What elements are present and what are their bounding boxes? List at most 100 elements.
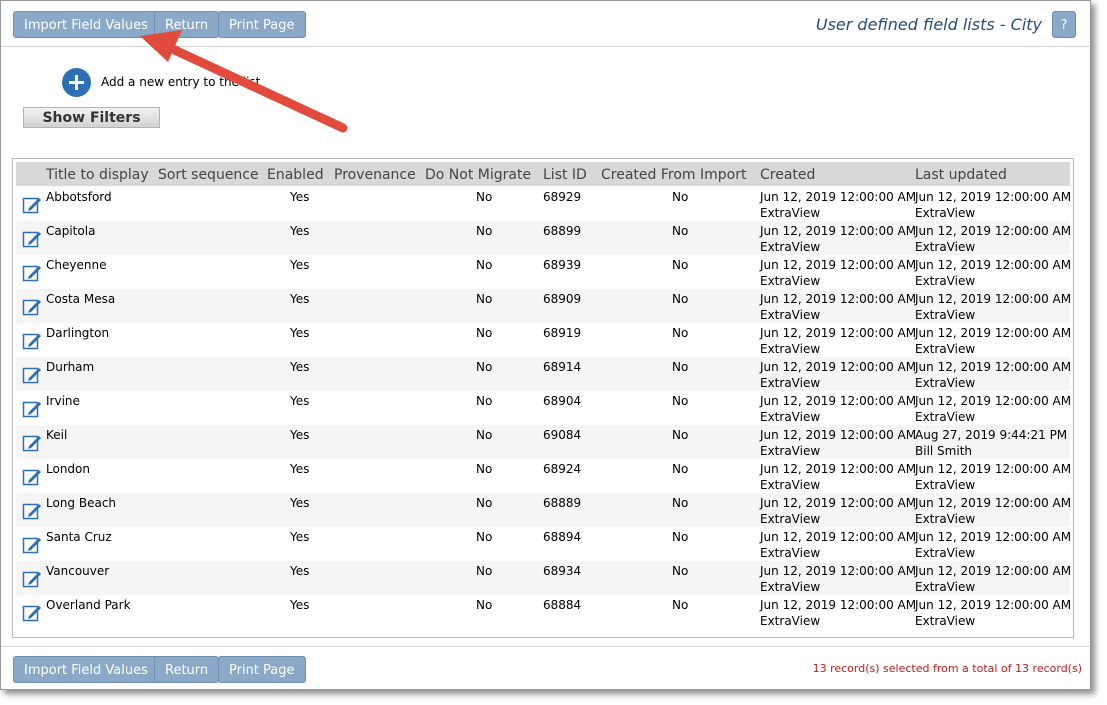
pencil-edit-icon[interactable] <box>22 467 42 487</box>
cell-title: Darlington <box>46 326 110 340</box>
table-row[interactable]: Overland Park Yes No 68884 No Jun 12, 20… <box>16 595 1072 629</box>
cell-title: Abbotsford <box>46 190 112 204</box>
cell-enabled: Yes <box>290 428 310 442</box>
cell-title: Costa Mesa <box>46 292 116 306</box>
records-table: Title to display Sort sequence Enabled P… <box>12 158 1074 638</box>
table-row[interactable]: Irvine Yes No 68904 No Jun 12, 2019 12:0… <box>16 391 1071 425</box>
import-field-values-button[interactable]: Import Field Values <box>13 11 159 38</box>
table-row[interactable]: London Yes No 68924 No Jun 12, 2019 12:0… <box>16 459 1071 493</box>
cell-enabled: Yes <box>290 258 310 272</box>
cell-created-date: Jun 12, 2019 12:00:00 AM <box>760 598 917 612</box>
table-row[interactable]: Vancouver Yes No 68934 No Jun 12, 2019 1… <box>16 561 1072 595</box>
pencil-edit-icon[interactable] <box>22 229 42 249</box>
table-row[interactable]: Long Beach Yes No 68889 No Jun 12, 2019 … <box>16 493 1071 527</box>
cell-created-from-import: No <box>672 190 689 204</box>
import-field-values-button-bottom[interactable]: Import Field Values <box>13 656 159 683</box>
pencil-edit-icon[interactable] <box>22 399 42 419</box>
cell-last-updated: Jun 12, 2019 12:00:00 AM ExtraView <box>915 257 1071 289</box>
pencil-edit-icon[interactable] <box>22 365 42 385</box>
cell-title: Santa Cruz <box>46 530 112 544</box>
cell-last-updated: Jun 12, 2019 12:00:00 AM ExtraView <box>915 291 1071 323</box>
cell-list-id: 68884 <box>543 598 582 612</box>
cell-created-date: Jun 12, 2019 12:00:00 AM <box>760 394 917 408</box>
cell-updated-by: ExtraView <box>915 614 976 628</box>
pencil-edit-icon[interactable] <box>22 569 42 589</box>
cell-created-date: Jun 12, 2019 12:00:00 AM <box>760 564 917 578</box>
header-title-to-display[interactable]: Title to display <box>46 167 149 183</box>
pencil-edit-icon[interactable] <box>22 297 42 317</box>
cell-created-date: Jun 12, 2019 12:00:00 AM <box>760 530 917 544</box>
help-button[interactable]: ? <box>1052 11 1076 38</box>
return-button-bottom[interactable]: Return <box>154 656 220 683</box>
header-enabled[interactable]: Enabled <box>267 167 324 183</box>
cell-last-updated: Jun 12, 2019 12:00:00 AM ExtraView <box>915 495 1071 527</box>
header-do-not-migrate[interactable]: Do Not Migrate <box>425 167 531 183</box>
pencil-edit-icon[interactable] <box>22 535 42 555</box>
cell-title: Irvine <box>46 394 80 408</box>
show-filters-button[interactable]: Show Filters <box>23 107 160 128</box>
cell-updated-date: Jun 12, 2019 12:00:00 AM <box>915 224 1072 238</box>
pencil-edit-icon[interactable] <box>22 433 42 453</box>
table-row[interactable]: Darlington Yes No 68919 No Jun 12, 2019 … <box>16 323 1072 357</box>
cell-created: Jun 12, 2019 12:00:00 AM ExtraView <box>760 597 916 629</box>
header-created[interactable]: Created <box>760 167 815 183</box>
table-row[interactable]: Durham Yes No 68914 No Jun 12, 2019 12:0… <box>16 357 1071 391</box>
cell-enabled: Yes <box>290 394 310 408</box>
header-last-updated[interactable]: Last updated <box>915 167 1007 183</box>
pencil-edit-icon[interactable] <box>22 603 42 623</box>
table-row[interactable]: Costa Mesa Yes No 68909 No Jun 12, 2019 … <box>16 289 1071 323</box>
cell-enabled: Yes <box>290 224 310 238</box>
cell-created: Jun 12, 2019 12:00:00 AM ExtraView <box>760 325 916 357</box>
cell-created-by: ExtraView <box>760 308 821 322</box>
table-row[interactable]: Keil Yes No 69084 No Jun 12, 2019 12:00:… <box>16 425 1070 459</box>
cell-last-updated: Jun 12, 2019 12:00:00 AM ExtraView <box>915 223 1071 255</box>
table-row[interactable]: Cheyenne Yes No 68939 No Jun 12, 2019 12… <box>16 255 1071 289</box>
table-row[interactable]: Santa Cruz Yes No 68894 No Jun 12, 2019 … <box>16 527 1071 561</box>
cell-created-from-import: No <box>672 394 689 408</box>
cell-last-updated: Jun 12, 2019 12:00:00 AM ExtraView <box>915 393 1071 425</box>
table-row[interactable]: Abbotsford Yes No 68929 No Jun 12, 2019 … <box>16 187 1071 221</box>
cell-created-by: ExtraView <box>760 614 821 628</box>
pencil-edit-icon[interactable] <box>22 195 42 215</box>
header-list-id[interactable]: List ID <box>543 167 587 183</box>
add-entry-link[interactable]: Add a new entry to the list <box>101 75 260 89</box>
cell-updated-date: Jun 12, 2019 12:00:00 AM <box>915 598 1072 612</box>
cell-updated-date: Jun 12, 2019 12:00:00 AM <box>915 326 1072 340</box>
cell-created-by: ExtraView <box>760 512 821 526</box>
cell-updated-date: Jun 12, 2019 12:00:00 AM <box>915 258 1072 272</box>
cell-created-by: ExtraView <box>760 546 821 560</box>
header-provenance[interactable]: Provenance <box>334 167 416 183</box>
pencil-edit-icon[interactable] <box>22 501 42 521</box>
cell-last-updated: Aug 27, 2019 9:44:21 PM Bill Smith <box>915 427 1067 459</box>
return-button[interactable]: Return <box>154 11 220 38</box>
table-row[interactable]: Capitola Yes No 68899 No Jun 12, 2019 12… <box>16 221 1071 255</box>
print-page-button[interactable]: Print Page <box>218 11 306 38</box>
cell-title: Durham <box>46 360 95 374</box>
cell-do-not-migrate: No <box>476 326 493 340</box>
cell-created-from-import: No <box>672 598 689 612</box>
cell-list-id: 68899 <box>543 224 582 238</box>
page-frame: Import Field Values Return Print Page Us… <box>0 0 1091 690</box>
cell-updated-by: ExtraView <box>915 308 976 322</box>
cell-created-by: ExtraView <box>760 580 821 594</box>
cell-do-not-migrate: No <box>476 564 493 578</box>
cell-created-date: Jun 12, 2019 12:00:00 AM <box>760 190 917 204</box>
cell-created-by: ExtraView <box>760 342 821 356</box>
cell-created-from-import: No <box>672 258 689 272</box>
cell-updated-date: Aug 27, 2019 9:44:21 PM <box>915 428 1068 442</box>
header-sort-sequence[interactable]: Sort sequence <box>158 167 259 183</box>
cell-updated-date: Jun 12, 2019 12:00:00 AM <box>915 564 1072 578</box>
plus-circle-icon[interactable] <box>62 68 91 97</box>
pencil-edit-icon[interactable] <box>22 263 42 283</box>
cell-updated-by: ExtraView <box>915 478 976 492</box>
cell-updated-by: ExtraView <box>915 206 976 220</box>
cell-do-not-migrate: No <box>476 496 493 510</box>
print-page-button-bottom[interactable]: Print Page <box>218 656 306 683</box>
header-created-from-import[interactable]: Created From Import <box>601 167 746 183</box>
cell-do-not-migrate: No <box>476 598 493 612</box>
cell-do-not-migrate: No <box>476 292 493 306</box>
cell-created-from-import: No <box>672 360 689 374</box>
cell-created: Jun 12, 2019 12:00:00 AM ExtraView <box>760 427 916 459</box>
pencil-edit-icon[interactable] <box>22 331 42 351</box>
cell-updated-by: ExtraView <box>915 240 976 254</box>
